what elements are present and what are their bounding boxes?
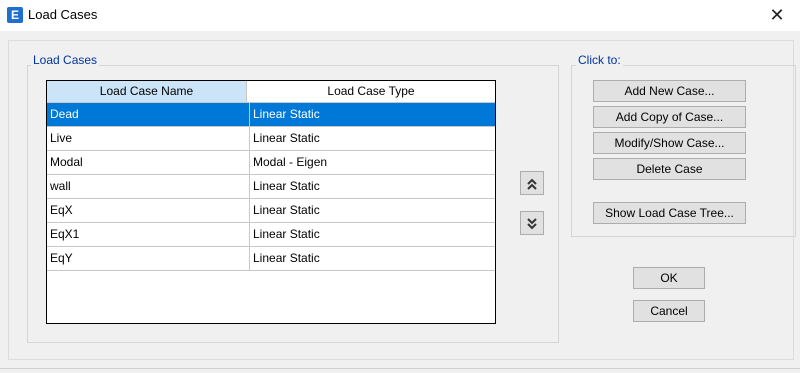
click-to-legend: Click to: — [576, 53, 623, 67]
table-row[interactable]: Dead Linear Static — [47, 103, 495, 127]
table-row[interactable]: EqX Linear Static — [47, 199, 495, 223]
table-row[interactable]: EqX1 Linear Static — [47, 223, 495, 247]
table-row[interactable]: EqY Linear Static — [47, 247, 495, 271]
load-cases-table[interactable]: Load Case Name Load Case Type Dead Linea… — [46, 80, 496, 324]
column-header-name[interactable]: Load Case Name — [47, 81, 247, 102]
load-cases-legend: Load Cases — [31, 53, 100, 67]
delete-case-button[interactable]: Delete Case — [593, 158, 746, 180]
move-up-button[interactable] — [520, 171, 544, 195]
load-case-name-cell[interactable]: Modal — [47, 151, 250, 174]
double-chevron-up-icon — [527, 178, 537, 190]
load-case-type-cell[interactable]: Linear Static — [250, 223, 495, 246]
table-row[interactable]: Modal Modal - Eigen — [47, 151, 495, 175]
window-bottom-border — [0, 368, 800, 369]
add-copy-of-case-button[interactable]: Add Copy of Case... — [593, 106, 746, 128]
show-load-case-tree-button[interactable]: Show Load Case Tree... — [593, 202, 746, 224]
add-new-case-button[interactable]: Add New Case... — [593, 80, 746, 102]
load-case-name-cell[interactable]: EqY — [47, 247, 250, 270]
load-case-name-cell[interactable]: wall — [47, 175, 250, 198]
table-row[interactable]: wall Linear Static — [47, 175, 495, 199]
table-row[interactable]: Live Linear Static — [47, 127, 495, 151]
load-case-type-cell[interactable]: Modal - Eigen — [250, 151, 495, 174]
column-header-type[interactable]: Load Case Type — [247, 81, 495, 102]
move-down-button[interactable] — [520, 211, 544, 235]
load-case-type-cell[interactable]: Linear Static — [250, 103, 495, 126]
app-logo-icon: E — [7, 7, 23, 23]
load-case-type-cell[interactable]: Linear Static — [250, 127, 495, 150]
title-bar: E Load Cases ✕ — [0, 0, 800, 31]
close-button[interactable]: ✕ — [754, 0, 800, 31]
cancel-button[interactable]: Cancel — [633, 300, 705, 322]
load-case-name-cell[interactable]: Live — [47, 127, 250, 150]
load-case-type-cell[interactable]: Linear Static — [250, 199, 495, 222]
load-case-name-cell[interactable]: EqX — [47, 199, 250, 222]
table-header: Load Case Name Load Case Type — [47, 81, 495, 103]
ok-button[interactable]: OK — [633, 267, 705, 289]
load-case-type-cell[interactable]: Linear Static — [250, 247, 495, 270]
double-chevron-down-icon — [527, 218, 537, 230]
window-title: Load Cases — [28, 7, 98, 22]
modify-show-case-button[interactable]: Modify/Show Case... — [593, 132, 746, 154]
load-case-name-cell[interactable]: Dead — [47, 103, 250, 126]
load-case-type-cell[interactable]: Linear Static — [250, 175, 495, 198]
load-case-name-cell[interactable]: EqX1 — [47, 223, 250, 246]
